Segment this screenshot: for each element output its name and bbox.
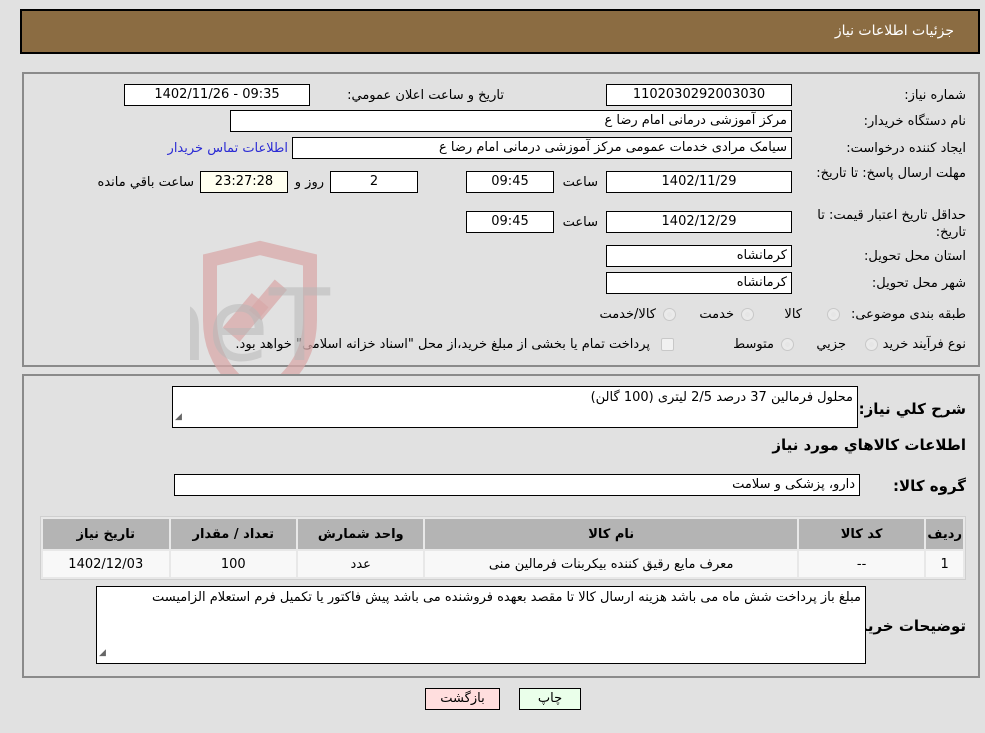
- announce-datetime-field: 1402/11/26 - 09:35: [124, 84, 310, 106]
- col-date: تاريخ نياز: [43, 519, 169, 549]
- cell-unit: عدد: [298, 551, 424, 577]
- summary-text: محلول فرمالین 37 درصد 2/5 لیتری (100 گال…: [590, 390, 853, 405]
- treasury-note: پرداخت تمام يا بخشی از مبلغ خريد،از محل …: [235, 337, 650, 352]
- delivery-province-field: کرمانشاه: [606, 245, 792, 267]
- page-title: جزئیات اطلاعات نیاز: [834, 23, 954, 39]
- goods-table-header: رديف کد کالا نام کالا واحد شمارش تعداد /…: [43, 519, 963, 549]
- price-validity-time: 09:45: [466, 211, 554, 233]
- col-code: کد کالا: [798, 519, 925, 549]
- cell-row: 1: [926, 551, 963, 577]
- col-row: رديف: [926, 519, 963, 549]
- delivery-city-label: شهر محل تحويل:: [871, 276, 966, 291]
- buyer-notes-text: مبلغ باز پرداخت شش ماه می باشد هزینه ارس…: [151, 590, 861, 605]
- buyer-org-field: مرکز آموزشی درمانی امام رضا ع: [230, 110, 792, 132]
- response-deadline-date: 1402/11/29: [606, 171, 792, 193]
- purchase-radio-partial[interactable]: [865, 338, 878, 351]
- details-panel: شماره نیاز: 1102030292003030 تاریخ و ساع…: [22, 72, 980, 367]
- purchase-option-partial: جزيي: [816, 337, 846, 352]
- announce-datetime-label: تاریخ و ساعت اعلان عمومي:: [347, 88, 504, 103]
- cell-quantity: 100: [170, 551, 296, 577]
- requester-label: ايجاد کننده درخواست:: [846, 141, 966, 156]
- goods-table: رديف کد کالا نام کالا واحد شمارش تعداد /…: [40, 516, 966, 580]
- days-label: روز و: [294, 175, 324, 190]
- buyer-contact-link[interactable]: اطلاعات تماس خريدار: [168, 141, 288, 156]
- remaining-days-field: 2: [330, 171, 418, 193]
- resize-grip-icon[interactable]: ◢: [175, 408, 182, 426]
- need-number-label: شماره نیاز:: [904, 88, 966, 103]
- price-validity-time-label: ساعت: [562, 215, 598, 230]
- buyer-notes-textarea[interactable]: مبلغ باز پرداخت شش ماه می باشد هزینه ارس…: [96, 586, 866, 664]
- cell-name: معرف مایع رقیق کننده بیکربنات فرمالین من…: [425, 551, 797, 577]
- print-button[interactable]: چاپ: [519, 688, 581, 710]
- category-radio-service[interactable]: [741, 308, 754, 321]
- delivery-city-field: کرمانشاه: [606, 272, 792, 294]
- col-unit: واحد شمارش: [298, 519, 424, 549]
- remaining-time-field: 23:27:28: [200, 171, 288, 193]
- col-name: نام کالا: [425, 519, 797, 549]
- delivery-province-label: استان محل تحويل:: [864, 249, 966, 264]
- table-row: 1 -- معرف مایع رقیق کننده بیکربنات فرمال…: [43, 551, 963, 577]
- category-option-goods: کالا: [784, 307, 802, 322]
- purchase-option-medium: متوسط: [733, 337, 774, 352]
- need-number-field: 1102030292003030: [606, 84, 792, 106]
- goods-group-field: دارو، پزشکی و سلامت: [174, 474, 860, 496]
- price-validity-label: حداقل تاريخ اعتبار قيمت: تا تاريخ:: [817, 208, 966, 240]
- category-label: طبقه بندی موضوعی:: [850, 307, 966, 322]
- resize-grip-icon[interactable]: ◢: [99, 644, 106, 662]
- category-radio-goods-service[interactable]: [663, 308, 676, 321]
- purchase-type-label: نوع فرآيند خريد :: [874, 337, 966, 352]
- response-time-label: ساعت: [562, 175, 598, 190]
- summary-label: شرح کلي نياز:: [858, 400, 966, 418]
- needs-panel: شرح کلي نياز: محلول فرمالین 37 درصد 2/5 …: [22, 374, 980, 678]
- cell-date: 1402/12/03: [43, 551, 169, 577]
- category-radio-goods[interactable]: [827, 308, 840, 321]
- response-deadline-label: مهلت ارسال پاسخ: تا تاریخ:: [816, 166, 966, 181]
- requester-field: سیامک مرادی خدمات عمومی مرکز آموزشی درما…: [292, 137, 792, 159]
- page-header: جزئیات اطلاعات نیاز: [20, 9, 980, 54]
- back-button[interactable]: بازگشت: [425, 688, 500, 710]
- treasury-checkbox[interactable]: [661, 338, 674, 351]
- price-validity-date: 1402/12/29: [606, 211, 792, 233]
- cell-code: --: [798, 551, 925, 577]
- category-option-goods-service: کالا/خدمت: [599, 307, 656, 322]
- summary-textarea[interactable]: محلول فرمالین 37 درصد 2/5 لیتری (100 گال…: [172, 386, 858, 428]
- buyer-org-label: نام دستگاه خريدار:: [863, 114, 966, 129]
- response-deadline-time: 09:45: [466, 171, 554, 193]
- col-quantity: تعداد / مقدار: [170, 519, 296, 549]
- goods-info-title: اطلاعات کالاهاي مورد نياز: [772, 436, 966, 454]
- purchase-radio-medium[interactable]: [781, 338, 794, 351]
- remaining-time-label: ساعت باقي مانده: [97, 175, 194, 190]
- goods-group-label: گروه کالا:: [893, 477, 966, 495]
- category-option-service: خدمت: [699, 307, 734, 322]
